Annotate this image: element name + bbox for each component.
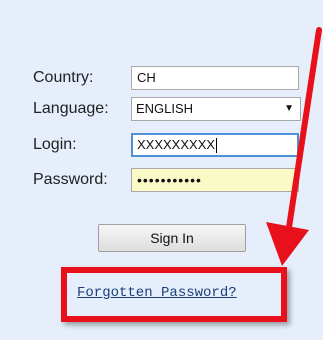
annotation-arrow-icon	[266, 27, 322, 266]
